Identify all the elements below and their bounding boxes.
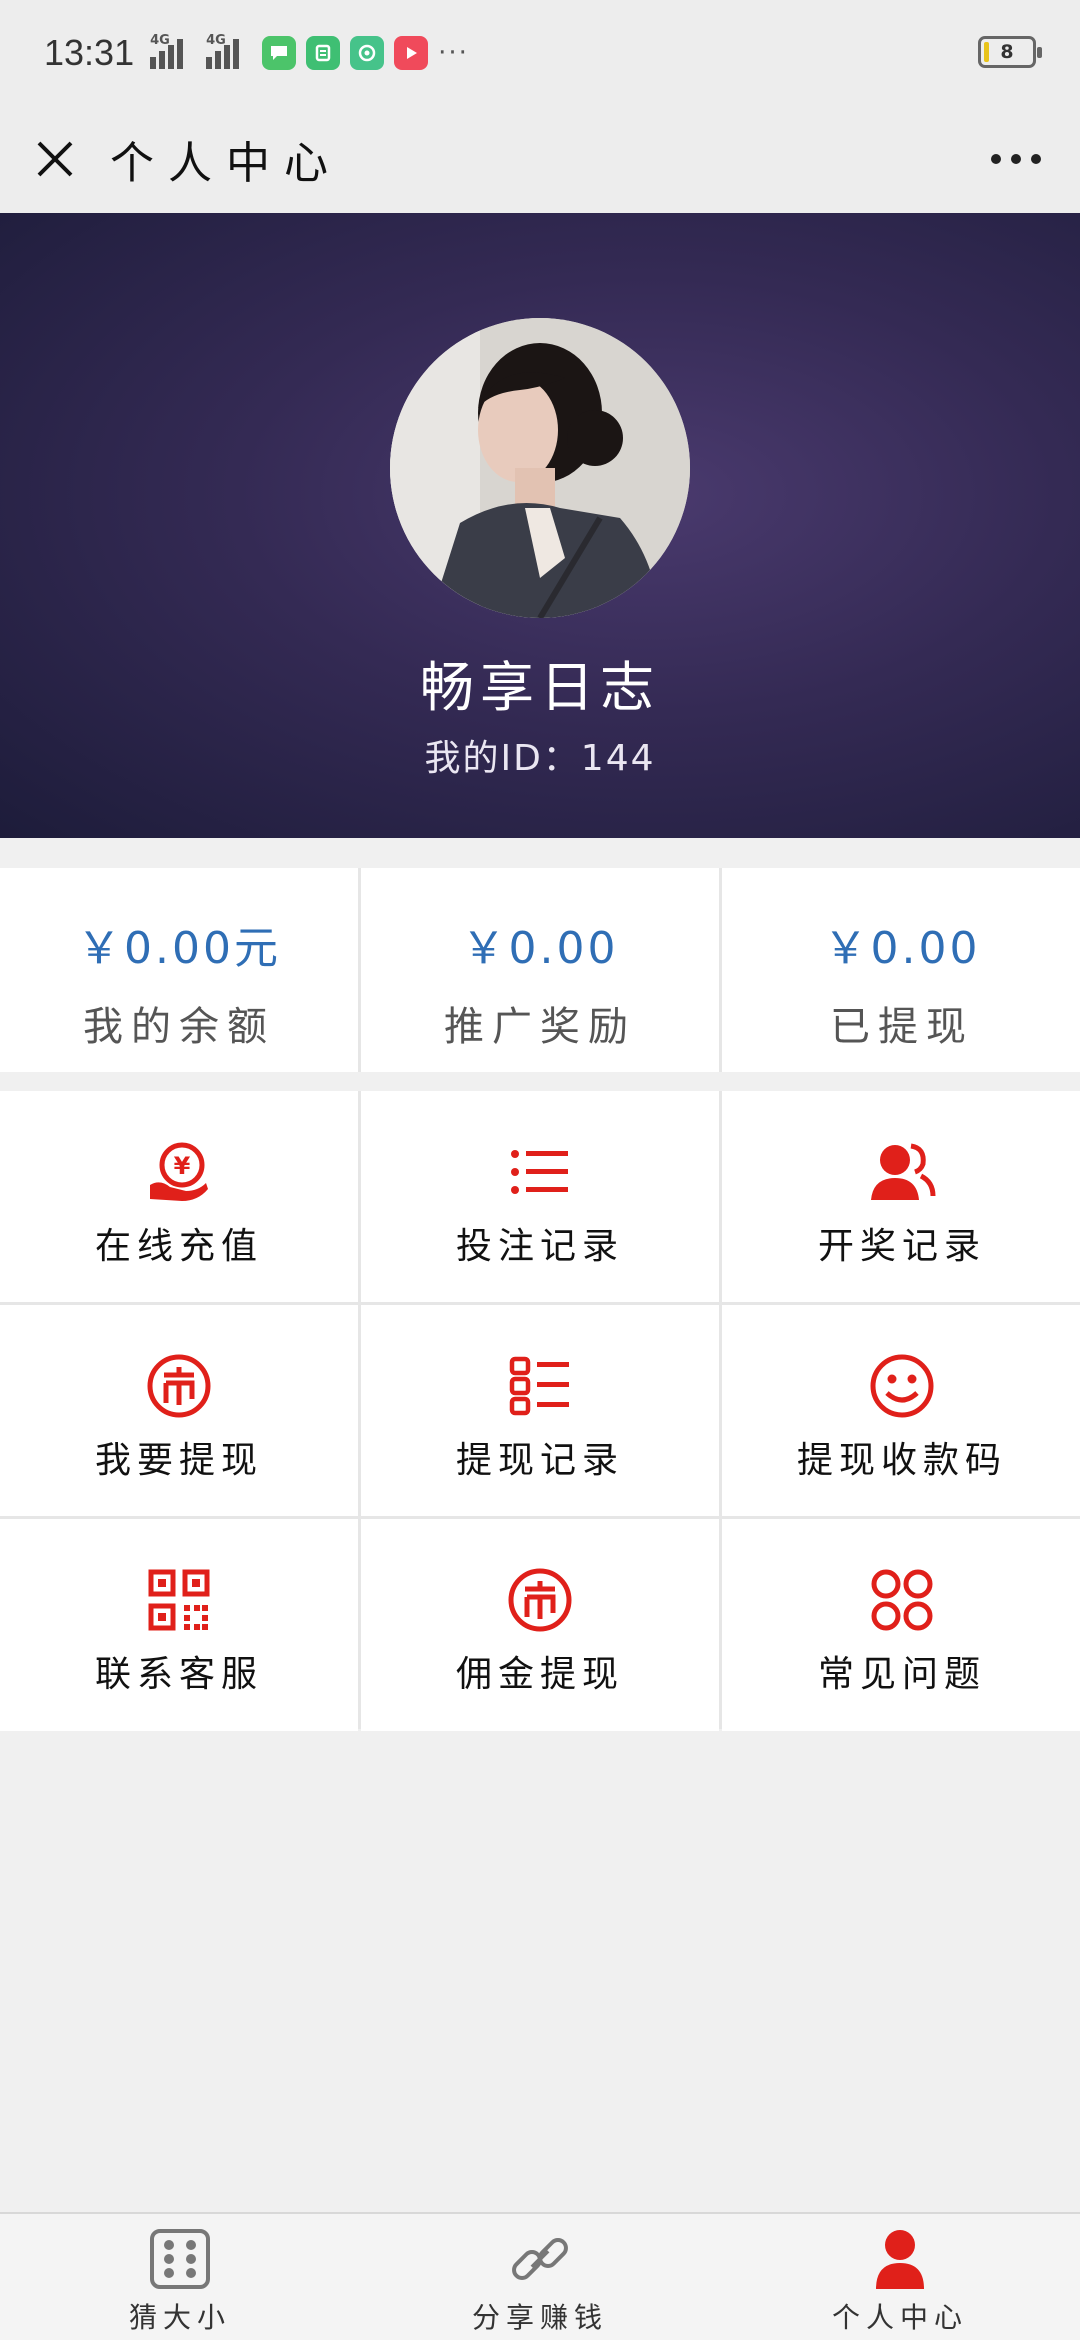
stat-label: 我的余额	[83, 1004, 275, 1050]
menu-item-commission-withdraw[interactable]: 佣金提现	[361, 1519, 719, 1731]
menu-item-faq[interactable]: 常见问题	[722, 1519, 1080, 1731]
menu-label: 佣金提现	[455, 1654, 624, 1695]
video-app-icon	[394, 35, 429, 70]
menu-item-withdraw[interactable]: 我要提现	[0, 1305, 358, 1516]
user-id: 我的ID：144	[424, 738, 656, 779]
users-icon	[867, 1137, 937, 1207]
page-title: 个人中心	[110, 138, 342, 189]
title-bar: 个人中心	[0, 105, 1080, 213]
dice-icon	[147, 2226, 213, 2292]
tab-label: 分享赚钱	[471, 2301, 608, 2334]
link-icon	[507, 2226, 573, 2292]
menu-label: 投注记录	[455, 1226, 624, 1267]
battery-icon: 8	[978, 36, 1042, 68]
tab-share-earn[interactable]: 分享赚钱	[360, 2214, 720, 2340]
menu-label: 在线充值	[94, 1226, 263, 1267]
stat-label: 已提现	[830, 1004, 974, 1050]
list-icon	[505, 1137, 575, 1207]
menu-label: 提现收款码	[796, 1440, 1007, 1481]
menu-label: 我要提现	[94, 1440, 263, 1481]
grid-circles-icon	[867, 1565, 937, 1635]
record-list-icon	[505, 1351, 575, 1421]
coin-icon	[505, 1565, 575, 1635]
qrcode-icon	[144, 1565, 214, 1635]
status-bar: 13:31 4G 4G ··· 8	[0, 0, 1080, 105]
menu-item-customer-service[interactable]: 联系客服	[0, 1519, 358, 1731]
battery-level: 8	[1000, 41, 1014, 63]
menu-label: 常见问题	[817, 1654, 986, 1695]
menu-label: 提现记录	[455, 1440, 624, 1481]
recharge-icon: ¥	[144, 1137, 214, 1207]
more-icon	[991, 154, 1041, 164]
more-options-button[interactable]	[980, 105, 1052, 213]
smile-icon	[867, 1351, 937, 1421]
close-icon	[37, 141, 73, 177]
stats-row: ￥0.00元 我的余额 ￥0.00 推广奖励 ￥0.00 已提现	[0, 868, 1080, 1072]
calendar-app-icon	[306, 35, 341, 70]
status-icons: 4G 4G ···	[150, 33, 469, 70]
stat-value: ￥0.00	[461, 923, 619, 974]
bottom-tab-bar: 猜大小 分享赚钱 个人中心	[0, 2212, 1080, 2340]
close-button[interactable]	[0, 105, 110, 213]
person-icon	[867, 2226, 933, 2292]
menu-item-draw-records[interactable]: 开奖记录	[722, 1091, 1080, 1302]
tab-guess-size[interactable]: 猜大小	[0, 2214, 360, 2340]
menu-item-bet-records[interactable]: 投注记录	[361, 1091, 719, 1302]
network-type-label: 4G	[150, 32, 170, 48]
tab-personal-center[interactable]: 个人中心	[720, 2214, 1080, 2340]
message-app-icon	[262, 35, 297, 70]
username: 畅享日志	[420, 656, 660, 719]
avatar[interactable]	[390, 318, 690, 618]
menu-grid: ¥ 在线充值 投注记录 开奖记录 我要提现 提现记录 提现收款码 联系客服 佣金…	[0, 1091, 1080, 1731]
signal-icon-2: 4G	[206, 33, 252, 69]
stat-label: 推广奖励	[444, 1004, 636, 1050]
menu-item-recharge[interactable]: ¥ 在线充值	[0, 1091, 358, 1302]
svg-text:¥: ¥	[174, 1152, 191, 1180]
sync-app-icon	[350, 35, 385, 70]
menu-item-withdraw-records[interactable]: 提现记录	[361, 1305, 719, 1516]
stat-balance[interactable]: ￥0.00元 我的余额	[0, 868, 358, 1072]
stat-promotion-reward[interactable]: ￥0.00 推广奖励	[361, 868, 719, 1072]
tab-label: 个人中心	[831, 2301, 968, 2334]
coin-icon	[144, 1351, 214, 1421]
menu-label: 联系客服	[94, 1654, 263, 1695]
profile-header: 畅享日志 我的ID：144	[0, 213, 1080, 838]
tab-label: 猜大小	[128, 2301, 231, 2334]
stat-withdrawn[interactable]: ￥0.00 已提现	[722, 868, 1080, 1072]
status-more-dots: ···	[438, 37, 469, 68]
avatar-image	[390, 318, 690, 618]
signal-icon: 4G	[150, 33, 196, 69]
stat-value: ￥0.00元	[77, 923, 281, 974]
menu-label: 开奖记录	[817, 1226, 986, 1267]
menu-item-payment-code[interactable]: 提现收款码	[722, 1305, 1080, 1516]
network-type-label-2: 4G	[206, 32, 226, 48]
status-time: 13:31	[44, 31, 135, 73]
stat-value: ￥0.00	[823, 923, 981, 974]
